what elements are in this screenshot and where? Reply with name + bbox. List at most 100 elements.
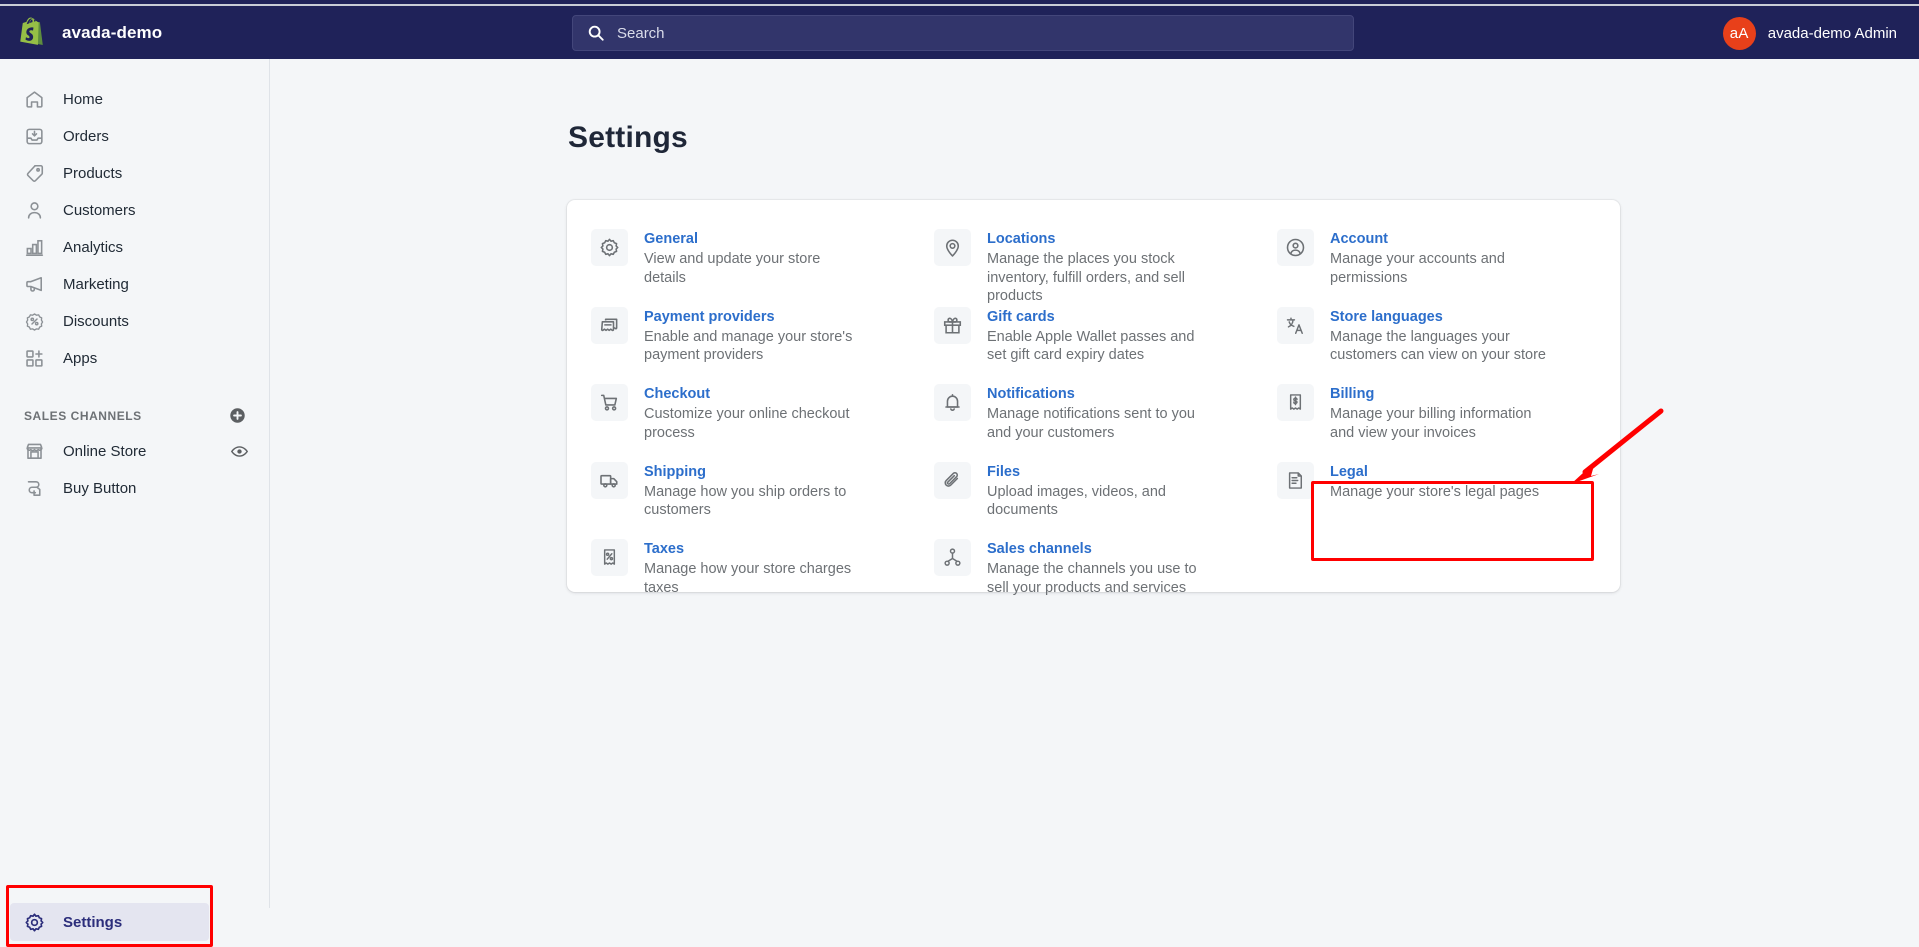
- storefront-icon: [26, 443, 43, 459]
- sidebar-item-home[interactable]: Home: [10, 81, 259, 117]
- settings-item-payment-providers[interactable]: Payment providers Enable and manage your…: [567, 306, 910, 384]
- sidebar-item-label: Discounts: [63, 312, 129, 330]
- icon-container: [1277, 229, 1314, 266]
- settings-description: Manage notifications sent to you and you…: [987, 406, 1195, 441]
- settings-description: Manage your store's legal pages: [1330, 483, 1540, 500]
- settings-item-taxes[interactable]: Taxes Manage how your store charges taxe…: [567, 538, 910, 616]
- sidebar-item-customers[interactable]: Customers: [10, 192, 259, 228]
- sidebar-item-label: Marketing: [63, 275, 129, 293]
- settings-link[interactable]: Files: [987, 462, 1020, 482]
- settings-item-legal[interactable]: Legal Manage your store's legal pages: [1253, 461, 1598, 539]
- icon-container: [591, 539, 628, 576]
- settings-description: Manage the languages your customers can …: [1330, 328, 1546, 364]
- settings-link[interactable]: Gift cards: [987, 307, 1055, 327]
- text-block: General View and update your store detai…: [644, 228, 856, 306]
- bar-chart-icon: [25, 239, 44, 256]
- plus-circle-icon[interactable]: [228, 406, 247, 425]
- account-circle-icon: [1286, 238, 1305, 257]
- settings-link[interactable]: General: [644, 229, 698, 249]
- window-top-strip-inner: [0, 0, 1919, 4]
- text-block: Files Upload images, videos, and documen…: [987, 461, 1211, 539]
- settings-link[interactable]: Account: [1330, 229, 1388, 249]
- icon-container: [1277, 384, 1314, 421]
- legal-scroll-icon: [1288, 471, 1303, 489]
- settings-item-locations[interactable]: Locations Manage the places you stock in…: [910, 228, 1253, 306]
- settings-description: Manage how you ship orders to customers: [644, 483, 847, 519]
- sidebar-item-marketing[interactable]: Marketing: [10, 266, 259, 302]
- top-navigation-bar: avada-demo Search aA avada-demo Admin: [0, 6, 1919, 59]
- icon-container: [1277, 461, 1314, 499]
- buy-button-icon: [27, 480, 41, 496]
- settings-link[interactable]: Sales channels: [987, 539, 1092, 559]
- settings-link[interactable]: Store languages: [1330, 307, 1443, 327]
- search-input[interactable]: Search: [572, 15, 1354, 51]
- sidebar-item-online-store[interactable]: Online Store: [10, 433, 259, 469]
- settings-description: View and update your store details: [644, 251, 821, 286]
- eye-icon[interactable]: [230, 442, 249, 461]
- settings-link[interactable]: Notifications: [987, 384, 1075, 404]
- settings-item-billing[interactable]: Billing Manage your billing information …: [1253, 383, 1598, 461]
- settings-link[interactable]: Shipping: [644, 462, 706, 482]
- settings-description: Manage the channels you use to sell your…: [987, 561, 1197, 596]
- settings-link[interactable]: Billing: [1330, 384, 1374, 404]
- main-content: Settings General View and update your st…: [271, 59, 1919, 908]
- sidebar-item-buy-button[interactable]: Buy Button: [10, 470, 259, 506]
- sales-channels-title: SALES CHANNELS: [24, 408, 142, 423]
- bell-icon: [945, 393, 960, 411]
- truck-icon: [600, 474, 618, 488]
- settings-link[interactable]: Payment providers: [644, 307, 775, 327]
- settings-item-store-languages[interactable]: Store languages Manage the languages you…: [1253, 306, 1598, 384]
- tag-icon: [26, 164, 44, 182]
- gear-icon: [25, 912, 44, 932]
- sidebar-item-label: Orders: [63, 127, 109, 145]
- paperclip-icon: [944, 471, 959, 487]
- gift-icon: [943, 316, 962, 334]
- settings-item-account[interactable]: Account Manage your accounts and permiss…: [1253, 228, 1598, 306]
- sidebar-item-settings[interactable]: Settings: [10, 903, 209, 941]
- icon-container: [1277, 306, 1314, 344]
- receipt-percent-icon: [603, 549, 616, 565]
- search-icon: [588, 25, 604, 41]
- settings-link[interactable]: Taxes: [644, 539, 684, 559]
- settings-description: Manage your billing information and view…: [1330, 406, 1532, 441]
- sidebar-item-discounts[interactable]: Discounts: [10, 303, 259, 339]
- settings-item-gift-cards[interactable]: Gift cards Enable Apple Wallet passes an…: [910, 306, 1253, 384]
- settings-item-general[interactable]: General View and update your store detai…: [567, 228, 910, 306]
- sidebar-item-label: Online Store: [63, 442, 147, 460]
- sidebar-nav-list: Home Orders Products Customers Analytics…: [0, 59, 269, 376]
- sidebar-item-orders[interactable]: Orders: [10, 118, 259, 154]
- settings-link[interactable]: Legal: [1330, 462, 1368, 482]
- settings-description: Enable and manage your store's payment p…: [644, 328, 853, 364]
- payment-card-icon: [600, 318, 618, 331]
- shopify-bag-icon: [20, 17, 43, 45]
- text-block: Locations Manage the places you stock in…: [987, 228, 1211, 306]
- text-block: Shipping Manage how you ship orders to c…: [644, 461, 856, 539]
- settings-item-files[interactable]: Files Upload images, videos, and documen…: [910, 461, 1253, 539]
- megaphone-icon: [26, 276, 43, 292]
- sidebar-item-apps[interactable]: Apps: [10, 340, 259, 376]
- user-menu-button[interactable]: aA avada-demo Admin: [1722, 13, 1897, 53]
- settings-item-checkout[interactable]: Checkout Customize your online checkout …: [567, 383, 910, 461]
- settings-item-sales-channels[interactable]: Sales channels Manage the channels you u…: [910, 538, 1253, 616]
- receipt-dollar-icon: [1289, 394, 1302, 410]
- location-pin-icon: [945, 239, 960, 257]
- text-block: Payment providers Enable and manage your…: [644, 306, 856, 384]
- settings-item-notifications[interactable]: Notifications Manage notifications sent …: [910, 383, 1253, 461]
- settings-description: Manage how your store charges taxes: [644, 561, 852, 596]
- brand-block[interactable]: avada-demo: [0, 17, 270, 49]
- text-block: Notifications Manage notifications sent …: [987, 383, 1211, 461]
- sidebar-item-analytics[interactable]: Analytics: [10, 229, 259, 265]
- settings-description: Manage your accounts and permissions: [1330, 251, 1505, 286]
- settings-link[interactable]: Locations: [987, 229, 1055, 249]
- text-block: Checkout Customize your online checkout …: [644, 383, 856, 461]
- icon-container: [591, 229, 628, 266]
- icon-container: [591, 306, 628, 344]
- settings-link[interactable]: Checkout: [644, 384, 710, 404]
- settings-item-shipping[interactable]: Shipping Manage how you ship orders to c…: [567, 461, 910, 539]
- text-block: Billing Manage your billing information …: [1330, 383, 1554, 461]
- sidebar-item-label: Analytics: [63, 238, 124, 256]
- apps-grid-plus-icon: [26, 349, 43, 367]
- text-block: Gift cards Enable Apple Wallet passes an…: [987, 306, 1211, 384]
- sidebar-item-products[interactable]: Products: [10, 155, 259, 191]
- sidebar-item-label: Buy Button: [63, 479, 137, 497]
